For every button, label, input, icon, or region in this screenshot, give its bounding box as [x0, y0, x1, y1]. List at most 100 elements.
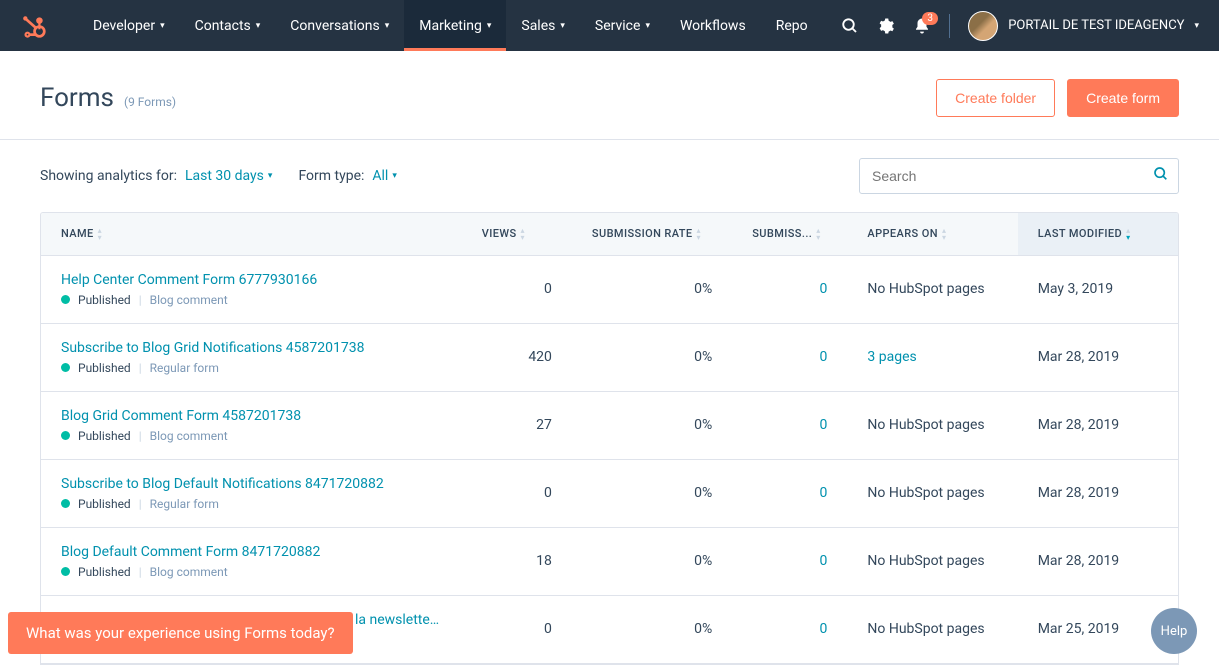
modified-cell: Mar 28, 2019: [1018, 527, 1178, 595]
nav-menu: Developer▾Contacts▾Conversations▾Marketi…: [78, 0, 841, 51]
status-text: Published: [78, 361, 131, 375]
modified-cell: May 3, 2019: [1018, 255, 1178, 323]
nav-marketing[interactable]: Marketing ▾: [404, 0, 506, 51]
form-type: Regular form: [150, 497, 219, 511]
nav-label: Marketing: [419, 18, 482, 34]
col-submission-rate[interactable]: SUBMISSION RATE: [572, 213, 732, 255]
avatar: [968, 11, 998, 41]
form-name-link[interactable]: Blog Default Comment Form 8471720882: [61, 544, 441, 560]
nav-conversations[interactable]: Conversations ▾: [275, 0, 404, 51]
status-dot-icon: [61, 567, 70, 576]
nav-label: Contacts: [195, 18, 251, 34]
analytics-label: Showing analytics for:: [40, 168, 177, 184]
form-type-filter[interactable]: All▾: [372, 168, 396, 184]
submissions-link[interactable]: 0: [820, 281, 828, 297]
status-text: Published: [78, 565, 131, 579]
chevron-down-icon: ▾: [256, 21, 261, 31]
nav-label: Conversations: [290, 18, 379, 34]
submissions-link[interactable]: 0: [820, 621, 828, 637]
nav-right: 3 PORTAIL DE TEST IDEAGENCY ▾: [841, 11, 1199, 41]
rate-cell: 0%: [572, 391, 732, 459]
nav-repo[interactable]: Repo: [761, 0, 823, 51]
notifications-icon[interactable]: 3: [913, 17, 931, 35]
submissions-link[interactable]: 0: [820, 553, 828, 569]
page-header: Forms (9 Forms) Create folder Create for…: [0, 51, 1219, 139]
submissions-link[interactable]: 0: [820, 485, 828, 501]
nav-label: Repo: [776, 18, 808, 34]
sort-icon: [521, 228, 525, 241]
modified-cell: Mar 28, 2019: [1018, 459, 1178, 527]
create-form-button[interactable]: Create form: [1067, 79, 1179, 117]
appears-on-cell: No HubSpot pages: [867, 281, 984, 297]
help-button[interactable]: Help: [1151, 608, 1197, 654]
chevron-down-icon: ▾: [645, 21, 650, 31]
col-views[interactable]: VIEWS: [462, 213, 572, 255]
sort-icon: [816, 228, 820, 241]
search-icon[interactable]: [1153, 166, 1169, 186]
views-cell: 0: [462, 255, 572, 323]
rate-cell: 0%: [572, 323, 732, 391]
submissions-link[interactable]: 0: [820, 417, 828, 433]
form-type: Blog comment: [150, 429, 228, 443]
forms-count: (9 Forms): [124, 95, 176, 109]
form-name-link[interactable]: Help Center Comment Form 6777930166: [61, 272, 441, 288]
form-type: Regular form: [150, 361, 219, 375]
nav-divider: [949, 14, 950, 38]
nav-label: Developer: [93, 18, 155, 34]
nav-contacts[interactable]: Contacts ▾: [180, 0, 276, 51]
table-row: Subscribe to Blog Grid Notifications 458…: [41, 323, 1178, 391]
chevron-down-icon: ▾: [1194, 21, 1199, 31]
table-row: Blog Grid Comment Form 4587201738 Publish…: [41, 391, 1178, 459]
title-text: Forms: [40, 83, 114, 113]
status-text: Published: [78, 429, 131, 443]
search-input[interactable]: [859, 158, 1179, 194]
filters-row: Showing analytics for: Last 30 days▾ For…: [0, 140, 1219, 212]
nav-label: Workflows: [680, 18, 746, 34]
status-text: Published: [78, 293, 131, 307]
chevron-down-icon: ▾: [268, 171, 273, 181]
chevron-down-icon: ▾: [487, 21, 492, 31]
col-name[interactable]: NAME: [41, 213, 462, 255]
rate-cell: 0%: [572, 527, 732, 595]
col-appears-on[interactable]: APPEARS ON: [847, 213, 1017, 255]
form-type: Blog comment: [150, 293, 228, 307]
notification-badge: 3: [922, 12, 938, 25]
search-box: [859, 158, 1179, 194]
nav-workflows[interactable]: Workflows: [665, 0, 761, 51]
page-title: Forms (9 Forms): [40, 83, 176, 113]
feedback-prompt[interactable]: What was your experience using Forms tod…: [8, 612, 353, 654]
nav-label: Service: [595, 18, 641, 34]
sort-icon: [942, 228, 946, 241]
create-folder-button[interactable]: Create folder: [936, 79, 1055, 117]
form-name-link[interactable]: Subscribe to Blog Grid Notifications 458…: [61, 340, 441, 356]
hubspot-logo-icon[interactable]: [20, 12, 48, 40]
status-dot-icon: [61, 431, 70, 440]
form-name-link[interactable]: Subscribe to Blog Default Notifications …: [61, 476, 441, 492]
rate-cell: 0%: [572, 459, 732, 527]
appears-on-cell: No HubSpot pages: [867, 485, 984, 501]
date-range-filter[interactable]: Last 30 days▾: [185, 168, 272, 184]
settings-icon[interactable]: [877, 17, 895, 35]
appears-on-cell: No HubSpot pages: [867, 417, 984, 433]
submissions-link[interactable]: 0: [820, 349, 828, 365]
rate-cell: 0%: [572, 595, 732, 663]
form-type: Blog comment: [150, 565, 228, 579]
nav-service[interactable]: Service ▾: [580, 0, 665, 51]
modified-cell: Mar 28, 2019: [1018, 391, 1178, 459]
chevron-down-icon: ▾: [560, 21, 565, 31]
views-cell: 420: [462, 323, 572, 391]
appears-on-cell[interactable]: 3 pages: [867, 349, 916, 365]
nav-sales[interactable]: Sales▾: [506, 0, 580, 51]
account-menu[interactable]: PORTAIL DE TEST IDEAGENCY ▾: [968, 11, 1199, 41]
form-name-link[interactable]: Blog Grid Comment Form 4587201738: [61, 408, 441, 424]
views-cell: 0: [462, 459, 572, 527]
account-name: PORTAIL DE TEST IDEAGENCY: [1008, 18, 1184, 33]
search-icon[interactable]: [841, 17, 859, 35]
chevron-down-icon: ▾: [385, 21, 390, 31]
status-dot-icon: [61, 295, 70, 304]
col-submissions[interactable]: SUBMISS...: [732, 213, 847, 255]
status-text: Published: [78, 497, 131, 511]
col-last-modified[interactable]: LAST MODIFIED: [1018, 213, 1178, 255]
nav-developer[interactable]: Developer▾: [78, 0, 180, 51]
status-dot-icon: [61, 499, 70, 508]
